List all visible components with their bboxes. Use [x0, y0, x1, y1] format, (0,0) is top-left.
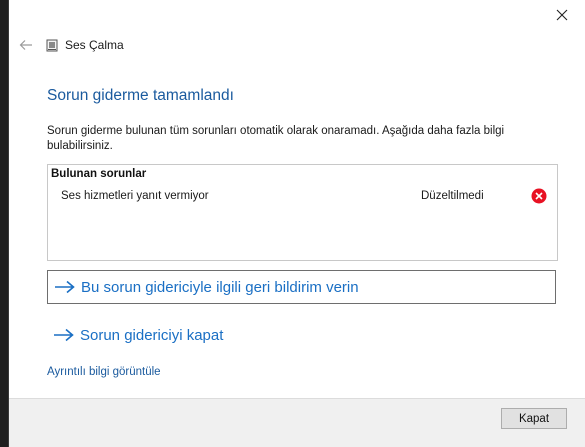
problems-found-panel: Bulunan sorunlar Ses hizmetleri yanıt ve… — [47, 164, 558, 261]
window-close-button[interactable] — [547, 4, 577, 26]
page-title: Sorun giderme tamamlandı — [47, 87, 234, 104]
feedback-link-label: Bu sorun gidericiyle ilgili geri bildiri… — [81, 278, 359, 296]
back-button[interactable] — [13, 32, 39, 58]
close-icon — [556, 9, 568, 21]
close-troubleshooter-label: Sorun gidericiyi kapat — [80, 326, 224, 344]
app-title: Ses Çalma — [65, 38, 124, 52]
troubleshooter-dialog: Ses Çalma Sorun giderme tamamlandı Sorun… — [8, 0, 585, 447]
problem-status: Düzeltilmedi — [421, 190, 484, 202]
troubleshooter-app-icon — [45, 38, 59, 52]
problem-name: Ses hizmetleri yanıt vermiyor — [61, 190, 209, 202]
view-details-link[interactable]: Ayrıntılı bilgi görüntüle — [47, 366, 161, 378]
close-troubleshooter-link[interactable]: Sorun gidericiyi kapat — [47, 318, 297, 352]
result-description: Sorun giderme bulunan tüm sorunları otom… — [47, 125, 505, 152]
problem-row[interactable]: Ses hizmetleri yanıt vermiyor Düzeltilme… — [48, 185, 557, 207]
problems-header: Bulunan sorunlar — [51, 168, 147, 180]
arrow-right-icon — [55, 280, 75, 294]
dialog-footer: Kapat — [9, 398, 585, 447]
close-button[interactable]: Kapat — [501, 408, 567, 429]
arrow-right-icon — [54, 328, 74, 342]
feedback-link[interactable]: Bu sorun gidericiyle ilgili geri bildiri… — [47, 270, 556, 304]
title-bar — [9, 0, 585, 30]
error-x-icon — [531, 188, 547, 204]
back-arrow-icon — [19, 40, 32, 50]
navigation-row: Ses Çalma — [9, 32, 585, 58]
